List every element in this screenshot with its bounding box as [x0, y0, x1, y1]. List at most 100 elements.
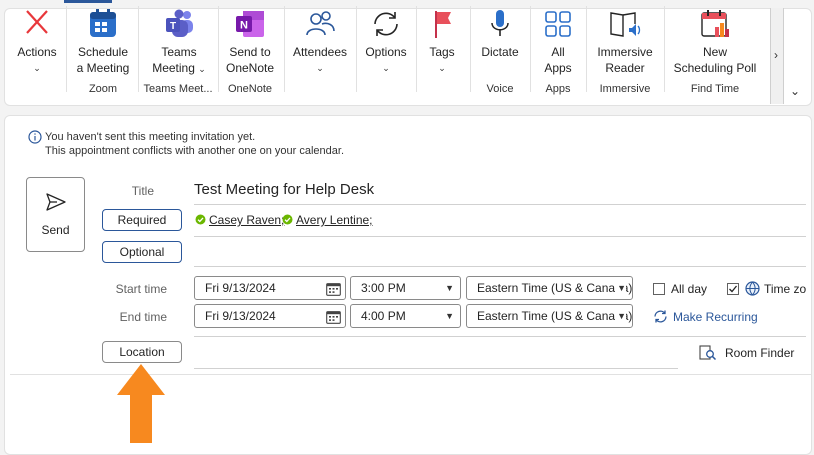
- time-zones-label: Time zo: [764, 282, 807, 296]
- make-recurring-link[interactable]: Make Recurring: [673, 310, 758, 324]
- onenote-label-2: OneNote: [225, 61, 275, 75]
- start-time-label: Start time: [115, 282, 167, 296]
- tags-button[interactable]: Tags ⌄: [420, 8, 464, 76]
- immersive-reader-button[interactable]: Immersive Reader: [590, 8, 660, 76]
- allapps-label-2: Apps: [544, 61, 572, 75]
- location-button[interactable]: Location: [102, 341, 182, 363]
- optional-underline: [194, 266, 806, 267]
- calendar-icon[interactable]: [326, 281, 341, 299]
- options-button[interactable]: Options ⌄: [360, 8, 412, 76]
- globe-icon: [745, 281, 760, 299]
- end-time-value: 4:00 PM: [361, 309, 406, 323]
- dropdown-arrow-icon: ▼: [615, 277, 626, 299]
- poll-label-2: Scheduling Poll: [673, 61, 757, 75]
- start-time-value: 3:00 PM: [361, 281, 406, 295]
- calendar-icon[interactable]: [326, 309, 341, 327]
- schedule-label-2: a Meeting: [76, 61, 130, 75]
- dropdown-arrow-icon: ▼: [445, 283, 454, 293]
- location-underline: [194, 368, 678, 369]
- end-date-picker[interactable]: Fri 9/13/2024: [194, 304, 346, 328]
- end-date-value: Fri 9/13/2024: [205, 309, 276, 323]
- schedule-meeting-button[interactable]: Schedule a Meeting: [72, 8, 134, 76]
- group-label-teams: Teams Meet...: [143, 83, 213, 95]
- immersive-label-1: Immersive: [597, 45, 653, 59]
- time-row-underline: [194, 336, 806, 337]
- options-label: Options: [365, 45, 407, 59]
- info-icon: [28, 130, 42, 147]
- ribbon-tab-strip: [0, 0, 814, 8]
- attendees-button[interactable]: Attendees ⌄: [290, 8, 350, 76]
- presence-available-icon: [282, 214, 293, 228]
- new-scheduling-poll-button[interactable]: New Scheduling Poll: [668, 8, 762, 76]
- allapps-label-1: All: [551, 45, 565, 59]
- info-line-2: This appointment conflicts with another …: [45, 145, 345, 157]
- orange-up-arrow-icon: [116, 363, 166, 446]
- teams-meeting-button[interactable]: T Teams Meeting ⌄: [142, 8, 216, 77]
- chevron-down-icon: ⌄: [382, 63, 390, 73]
- zoom-calendar-icon: [72, 8, 134, 44]
- ribbon-separator: [284, 6, 285, 92]
- poll-label-1: New: [702, 45, 727, 59]
- end-time-label: End time: [119, 310, 167, 324]
- required-underline: [194, 236, 806, 237]
- teams-label-2: Meeting: [152, 61, 195, 75]
- start-timezone-select[interactable]: Eastern Time (US & Canada) ▼: [466, 276, 633, 300]
- immersive-label-2: Reader: [605, 61, 645, 75]
- send-icon: [27, 192, 84, 215]
- apps-grid-icon: [534, 8, 582, 44]
- send-to-onenote-button[interactable]: N Send to OneNote: [222, 8, 278, 76]
- dropdown-arrow-icon: ▼: [445, 311, 454, 321]
- ribbon-separator: [530, 6, 531, 92]
- ribbon-separator: [66, 6, 67, 92]
- start-date-picker[interactable]: Fri 9/13/2024: [194, 276, 346, 300]
- time-zones-checkbox[interactable]: [727, 283, 739, 295]
- start-time-select[interactable]: 3:00 PM ▼: [350, 276, 461, 300]
- optional-button[interactable]: Optional: [102, 241, 182, 263]
- scroll-right-icon[interactable]: ›: [774, 48, 778, 62]
- attendee-chip[interactable]: Avery Lentine;: [296, 213, 373, 227]
- end-timezone-select[interactable]: Eastern Time (US & Canada) ▼: [466, 304, 633, 328]
- chevron-down-icon: ⌄: [33, 63, 41, 73]
- presence-available-icon: [195, 214, 206, 228]
- ribbon-expand-chevron-icon[interactable]: ⌄: [790, 84, 800, 98]
- title-input[interactable]: Test Meeting for Help Desk: [194, 181, 374, 198]
- all-day-label: All day: [671, 282, 708, 296]
- immersive-reader-icon: [590, 8, 660, 44]
- end-time-select[interactable]: 4:00 PM ▼: [350, 304, 461, 328]
- dictate-label: Dictate: [481, 45, 519, 59]
- all-apps-button[interactable]: All Apps: [534, 8, 582, 76]
- dictate-button[interactable]: Dictate: [474, 8, 526, 60]
- group-label-immersive: Immersive: [599, 83, 651, 95]
- group-label-apps: Apps: [545, 83, 571, 95]
- actions-label: Actions: [17, 45, 57, 59]
- onenote-label-1: Send to: [229, 45, 271, 59]
- start-timezone-value: Eastern Time (US & Canada): [477, 281, 633, 295]
- ribbon-separator: [470, 6, 471, 92]
- room-finder-link[interactable]: Room Finder: [725, 346, 794, 360]
- onenote-icon: N: [222, 8, 278, 44]
- ribbon-separator: [416, 6, 417, 92]
- group-label-zoom: Zoom: [88, 83, 118, 95]
- actions-button[interactable]: Actions ⌄: [14, 8, 60, 76]
- tags-label: Tags: [429, 45, 455, 59]
- send-label: Send: [41, 223, 70, 237]
- attendee-chip[interactable]: Casey Raven;: [209, 213, 284, 227]
- make-recurring-icon[interactable]: [653, 309, 668, 327]
- group-label-find-time: Find Time: [690, 83, 740, 95]
- svg-text:N: N: [240, 20, 248, 32]
- svg-text:T: T: [170, 21, 176, 32]
- room-finder-icon[interactable]: [699, 345, 717, 364]
- required-button[interactable]: Required: [102, 209, 182, 231]
- teams-label-1: Teams: [161, 45, 197, 59]
- end-timezone-value: Eastern Time (US & Canada): [477, 309, 633, 323]
- ribbon-separator: [218, 6, 219, 92]
- teams-icon: T: [142, 8, 216, 44]
- info-line-1: You haven't sent this meeting invitation…: [45, 131, 256, 143]
- title-label: Title: [131, 184, 154, 198]
- all-day-checkbox[interactable]: [653, 283, 665, 295]
- microphone-icon: [474, 8, 526, 44]
- chevron-down-icon: ⌄: [438, 63, 446, 73]
- close-x-icon: [14, 8, 60, 44]
- send-button[interactable]: Send: [26, 177, 85, 252]
- group-label-voice: Voice: [486, 83, 514, 95]
